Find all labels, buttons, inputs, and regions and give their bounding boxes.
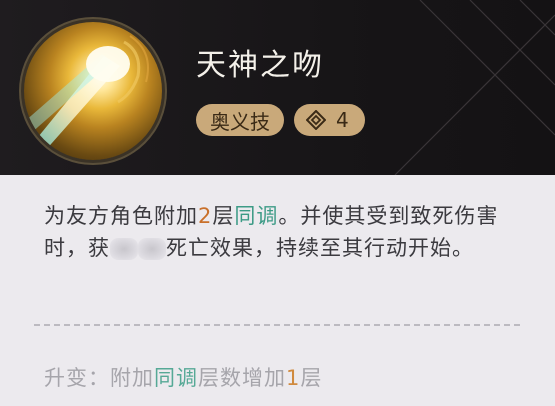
desc-layer-number: 2 [198,204,213,228]
upgrade-text: 层 [300,366,323,390]
skill-cost-tag: 4 [294,104,365,136]
desc-text: 层 [212,204,235,228]
skill-description: 为友方角色附加2层同调。并使其受到致死伤害时，获 死亡效果，持续至其行动开始。 [44,200,514,264]
desc-keyword-sync: 同调 [234,204,279,228]
section-divider [34,324,520,326]
obscured-text [138,238,166,260]
upgrade-keyword-sync: 同调 [154,366,198,390]
upgrade-line: 升变：附加同调层数增加1层 [44,362,322,392]
skill-type-tag: 奥义技 [196,104,284,136]
upgrade-text: 升变：附加 [44,366,154,390]
skill-name: 天神之吻 [196,48,324,83]
desc-text: 死亡效果，持续至其行动开始。 [166,236,474,260]
diamond-cost-icon [306,110,326,130]
desc-text: 为友方角色附加 [44,204,198,228]
skill-header: 天神之吻 奥义技 4 [0,0,555,175]
skill-card: 天神之吻 奥义技 4 为友方角色附加2层同调。并使其受到致死伤害时，获 死亡效果，… [0,0,555,406]
skill-tags: 奥义技 4 [196,104,365,136]
skill-cost-value: 4 [336,108,349,132]
upgrade-text: 层数增加 [198,366,286,390]
upgrade-number: 1 [286,366,301,390]
obscured-text [110,238,138,260]
golden-light-beam-icon [24,22,162,160]
